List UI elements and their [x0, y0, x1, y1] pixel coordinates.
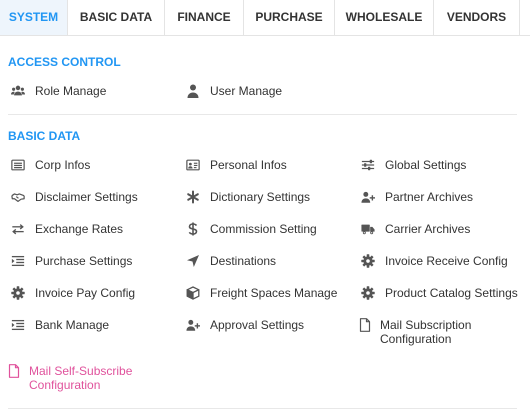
menu-item-purchase-settings[interactable]: Purchase Settings — [10, 254, 132, 268]
menu-item-label: Bank Manage — [35, 318, 110, 332]
menu-item-label: Freight Spaces Manage — [210, 286, 338, 300]
user-icon — [185, 84, 201, 98]
indent-icon — [10, 254, 26, 268]
menu-item-label: Exchange Rates — [35, 222, 124, 236]
menu-item-product-catalog-settings[interactable]: Product Catalog Settings — [360, 286, 518, 300]
location-arrow-icon — [185, 254, 201, 268]
menu-item-exchange-rates[interactable]: Exchange Rates — [10, 222, 123, 236]
menu-item-label: User Manage — [210, 84, 283, 98]
menu-item-global-settings[interactable]: Global Settings — [360, 158, 466, 172]
menu-item-label: Purchase Settings — [35, 254, 133, 268]
menu-item-label: Global Settings — [385, 158, 467, 172]
menu-item-partner-archives[interactable]: Partner Archives — [360, 190, 473, 204]
menu-item-label: Commission Setting — [210, 222, 317, 236]
menu-item-invoice-receive-config[interactable]: Invoice Receive Config — [360, 254, 508, 268]
menu-item-disclaimer-settings[interactable]: Disclaimer Settings — [10, 190, 138, 204]
asterisk-icon — [185, 190, 201, 204]
gear-icon — [10, 286, 26, 300]
list-icon — [10, 158, 26, 172]
menu-item-label: Personal Infos — [210, 158, 287, 172]
menu-item-label: Partner Archives — [385, 190, 474, 204]
id-card-icon — [185, 158, 201, 172]
menu-item-bank-manage[interactable]: Bank Manage — [10, 318, 109, 332]
menu-item-approval-settings[interactable]: Approval Settings — [185, 318, 304, 332]
menu-item-dictionary-settings[interactable]: Dictionary Settings — [185, 190, 310, 204]
menu-item-label: Corp Infos — [35, 158, 91, 172]
sliders-icon — [360, 158, 376, 172]
menu-item-label: Disclaimer Settings — [35, 190, 138, 204]
menu-item-carrier-archives[interactable]: Carrier Archives — [360, 222, 470, 236]
menu-item-label: Invoice Pay Config — [35, 286, 136, 300]
menu-item-mail-self-subscribe-configuration[interactable]: Mail Self-Subscribe Configuration — [6, 364, 149, 392]
menu-item-label: Carrier Archives — [385, 222, 471, 236]
section-title-basic-data: BASIC DATA — [8, 129, 81, 143]
user-plus-icon — [185, 318, 201, 332]
menu-item-role-manage[interactable]: Role Manage — [10, 84, 106, 98]
menu-item-label: Destinations — [210, 254, 277, 268]
file-icon — [6, 364, 22, 378]
menu-item-label: Mail Self-Subscribe Configuration — [29, 364, 133, 392]
menu-item-label: Role Manage — [35, 84, 107, 98]
menu-item-commission-setting[interactable]: Commission Setting — [185, 222, 317, 236]
gear-icon — [360, 254, 376, 268]
file-icon — [357, 318, 373, 332]
menu-item-personal-infos[interactable]: Personal Infos — [185, 158, 287, 172]
handshake-icon — [10, 190, 26, 204]
menu-item-freight-spaces-manage[interactable]: Freight Spaces Manage — [185, 286, 337, 300]
section-divider — [8, 114, 517, 115]
menu-item-destinations[interactable]: Destinations — [185, 254, 276, 268]
gear-icon — [360, 286, 376, 300]
section-divider — [8, 408, 517, 409]
cube-icon — [185, 286, 201, 300]
tab-purchase[interactable]: PURCHASE — [244, 0, 335, 35]
user-plus-icon — [360, 190, 376, 204]
menu-item-label: Invoice Receive Config — [385, 254, 508, 268]
menu-item-label: Dictionary Settings — [210, 190, 311, 204]
tab-finance[interactable]: FINANCE — [165, 0, 244, 35]
menu-item-label: Mail Subscription Configuration — [380, 318, 472, 346]
menu-item-label: Product Catalog Settings — [385, 286, 518, 300]
dollar-icon — [185, 222, 201, 236]
tab-basic-data[interactable]: BASIC DATA — [68, 0, 165, 35]
section-title-access-control: ACCESS CONTROL — [8, 55, 121, 69]
menu-item-user-manage[interactable]: User Manage — [185, 84, 282, 98]
menu-item-label: Approval Settings — [210, 318, 305, 332]
indent-icon — [10, 318, 26, 332]
users-icon — [10, 84, 26, 98]
menu-item-mail-subscription-configuration[interactable]: Mail Subscription Configuration — [357, 318, 500, 346]
tab-system[interactable]: SYSTEM — [0, 0, 68, 35]
menu-item-invoice-pay-config[interactable]: Invoice Pay Config — [10, 286, 135, 300]
tab-vendors[interactable]: VENDORS — [434, 0, 520, 35]
exchange-icon — [10, 222, 26, 236]
menu-item-corp-infos[interactable]: Corp Infos — [10, 158, 90, 172]
top-tab-bar: SYSTEM BASIC DATA FINANCE PURCHASE WHOLE… — [0, 0, 530, 36]
truck-icon — [360, 222, 376, 236]
tab-wholesale[interactable]: WHOLESALE — [335, 0, 434, 35]
